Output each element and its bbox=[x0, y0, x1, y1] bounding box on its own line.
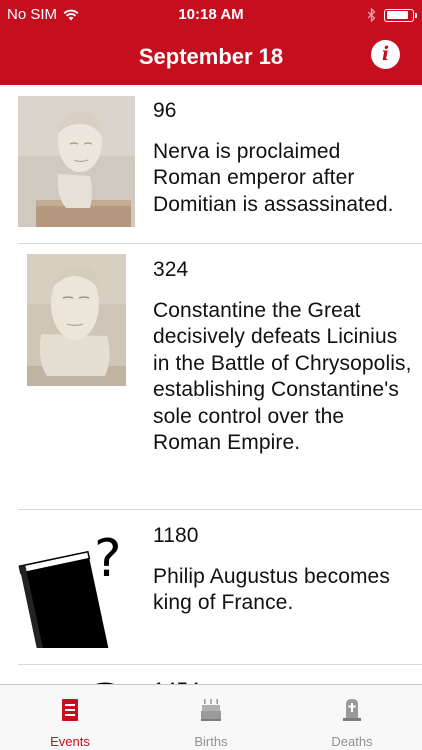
tab-label: Births bbox=[194, 734, 228, 749]
tab-births[interactable]: Births bbox=[141, 685, 281, 750]
cake-icon bbox=[201, 699, 221, 721]
svg-text:?: ? bbox=[94, 529, 122, 589]
list-item[interactable]: 96 Nerva is proclaimed Roman emperor aft… bbox=[0, 85, 422, 244]
info-icon: i bbox=[381, 43, 390, 65]
tab-bar: Events Births Deaths bbox=[0, 684, 422, 750]
event-year: 96 bbox=[153, 99, 177, 122]
tab-deaths[interactable]: Deaths bbox=[282, 685, 422, 750]
status-right bbox=[367, 8, 417, 22]
tab-label: Events bbox=[50, 734, 90, 749]
book-icon bbox=[62, 699, 78, 721]
list-item[interactable]: 324 Constantine the Great decisively def… bbox=[0, 244, 422, 510]
bluetooth-icon bbox=[367, 8, 376, 22]
list-item[interactable]: ? 1180 Philip Augustus becomes king of F… bbox=[0, 510, 422, 665]
event-thumbnail: ? bbox=[18, 518, 140, 648]
tab-label: Deaths bbox=[331, 734, 373, 749]
page-title: September 18 bbox=[138, 44, 284, 69]
event-text-block: 96 Nerva is proclaimed Roman emperor aft… bbox=[153, 98, 414, 218]
event-text-block: 1180 Philip Augustus becomes king of Fra… bbox=[153, 523, 414, 617]
event-thumbnail bbox=[18, 96, 135, 227]
status-bar: No SIM 10:18 AM bbox=[0, 0, 422, 30]
info-button[interactable]: i bbox=[371, 40, 400, 69]
tombstone-icon bbox=[343, 699, 361, 721]
event-text-block: 324 Constantine the Great decisively def… bbox=[153, 257, 414, 457]
event-description: Philip Augustus becomes king of France. bbox=[153, 564, 390, 615]
list-item[interactable]: 1454 bbox=[0, 665, 422, 684]
event-description: Constantine the Great decisively defeats… bbox=[153, 298, 412, 455]
status-time: 10:18 AM bbox=[178, 6, 244, 23]
tab-events[interactable]: Events bbox=[0, 685, 140, 750]
battery-icon bbox=[384, 8, 417, 22]
event-year: 324 bbox=[153, 258, 189, 281]
event-list[interactable]: 96 Nerva is proclaimed Roman emperor aft… bbox=[0, 85, 422, 684]
nav-bar: September 18 i bbox=[0, 30, 422, 85]
event-thumbnail bbox=[27, 254, 126, 386]
event-year: 1180 bbox=[153, 524, 199, 547]
event-description: Nerva is proclaimed Roman emperor after … bbox=[153, 139, 394, 216]
